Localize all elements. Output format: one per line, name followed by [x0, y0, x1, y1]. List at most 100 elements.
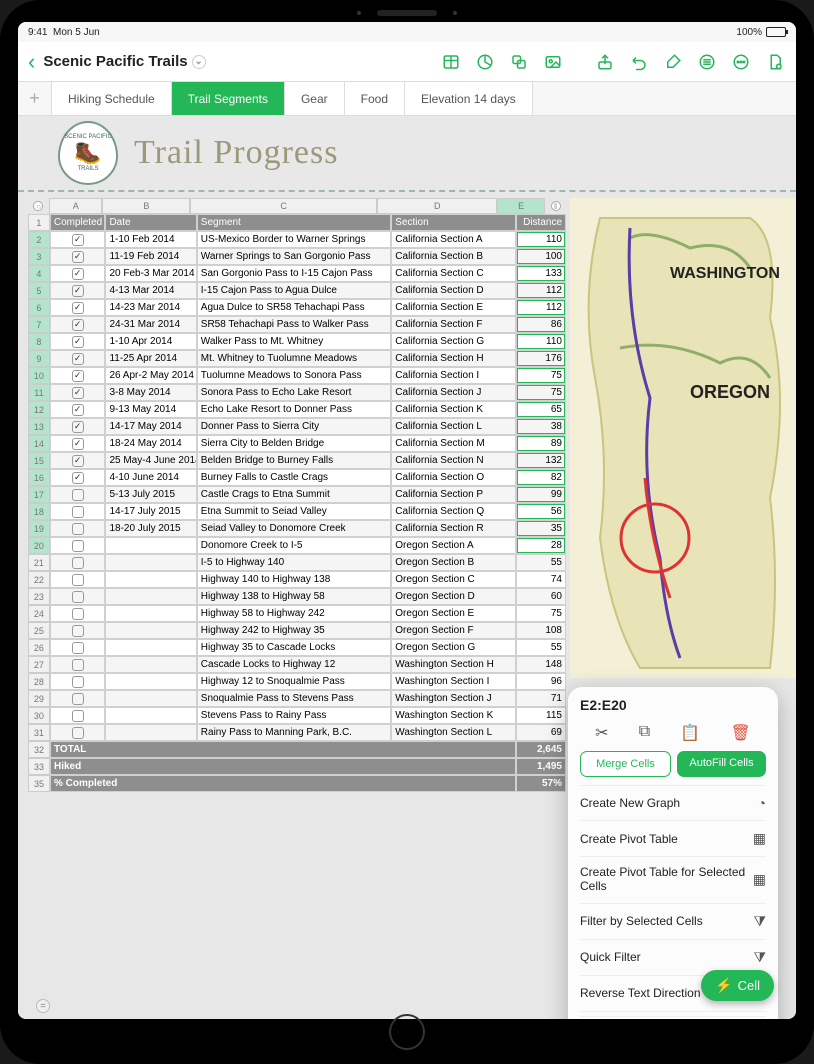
cell-completed[interactable] [50, 520, 106, 537]
cell-section[interactable]: California Section I [391, 367, 516, 384]
cell-section[interactable]: Washington Section J [391, 690, 516, 707]
cell-section[interactable]: California Section B [391, 248, 516, 265]
summary-value[interactable]: 2,645 [516, 741, 566, 758]
row-header[interactable]: 21 [28, 554, 50, 571]
merge-cells-button[interactable]: Merge Cells [580, 751, 671, 777]
cell-completed[interactable] [50, 588, 106, 605]
insert-chart-icon[interactable] [470, 47, 500, 77]
cell-segment[interactable]: Rainy Pass to Manning Park, B.C. [197, 724, 392, 741]
copy-icon[interactable]: ⧉ [639, 723, 650, 743]
cell-section[interactable]: California Section G [391, 333, 516, 350]
checkbox-icon[interactable] [72, 489, 84, 501]
table-corner[interactable]: ○ [28, 198, 49, 214]
cell-distance[interactable]: 148 [516, 656, 566, 673]
cell-date[interactable]: 5-13 July 2015 [105, 486, 196, 503]
cell-distance[interactable]: 89 [516, 435, 566, 452]
cell-completed[interactable]: ✓ [50, 231, 106, 248]
row-header[interactable]: 14 [28, 435, 50, 452]
cell-segment[interactable]: Snoqualmie Pass to Stevens Pass [197, 690, 392, 707]
row-header[interactable]: 15 [28, 452, 50, 469]
cell-date[interactable]: 1-10 Apr 2014 [105, 333, 196, 350]
checkbox-icon[interactable]: ✓ [72, 438, 84, 450]
row-header[interactable]: 35 [28, 775, 50, 792]
cell-date[interactable] [105, 690, 196, 707]
cell-date[interactable] [105, 554, 196, 571]
checkbox-icon[interactable]: ✓ [72, 302, 84, 314]
cell-completed[interactable]: ✓ [50, 469, 106, 486]
cell-distance[interactable]: 71 [516, 690, 566, 707]
cell-completed[interactable] [50, 656, 106, 673]
document-title[interactable]: Scenic Pacific Trails ⌄ [43, 53, 205, 70]
tab-hiking-schedule[interactable]: Hiking Schedule [52, 82, 172, 115]
cell-completed[interactable]: ✓ [50, 452, 106, 469]
cell-section[interactable]: California Section J [391, 384, 516, 401]
format-brush-icon[interactable] [658, 47, 688, 77]
cell-distance[interactable]: 86 [516, 316, 566, 333]
spreadsheet[interactable]: ○ A B C D E ‖ 1 Completed Date Segment S… [28, 198, 566, 1011]
cell-section[interactable]: California Section Q [391, 503, 516, 520]
cell-distance[interactable]: 110 [516, 333, 566, 350]
cell-segment[interactable]: I-5 to Highway 140 [197, 554, 392, 571]
checkbox-icon[interactable]: ✓ [72, 251, 84, 263]
row-header[interactable]: 5 [28, 282, 50, 299]
add-sheet-button[interactable]: + [18, 82, 52, 115]
cell-completed[interactable] [50, 639, 106, 656]
cell-segment[interactable]: Highway 242 to Highway 35 [197, 622, 392, 639]
row-header[interactable]: 8 [28, 333, 50, 350]
cell-completed[interactable]: ✓ [50, 435, 106, 452]
cell-date[interactable]: 26 Apr-2 May 2014 [105, 367, 196, 384]
cell-distance[interactable]: 56 [516, 503, 566, 520]
cell-distance[interactable]: 115 [516, 707, 566, 724]
row-header[interactable]: 29 [28, 690, 50, 707]
col-header-d[interactable]: D [377, 198, 497, 214]
cell-fab-button[interactable]: ⚡ Cell [701, 970, 774, 1001]
checkbox-icon[interactable]: ✓ [72, 421, 84, 433]
cell-completed[interactable]: ✓ [50, 401, 106, 418]
new-sheet-icon[interactable] [760, 47, 790, 77]
cell-section[interactable]: California Section L [391, 418, 516, 435]
row-header[interactable]: 28 [28, 673, 50, 690]
row-header[interactable]: 25 [28, 622, 50, 639]
summary-value[interactable]: 57% [516, 775, 566, 792]
filter-selected-cells[interactable]: Filter by Selected Cells⧩ [580, 904, 766, 940]
insert-table-icon[interactable] [436, 47, 466, 77]
cell-section[interactable]: California Section F [391, 316, 516, 333]
cell-date[interactable]: 14-17 May 2014 [105, 418, 196, 435]
cell-completed[interactable] [50, 673, 106, 690]
checkbox-icon[interactable]: ✓ [72, 455, 84, 467]
checkbox-icon[interactable] [72, 591, 84, 603]
cell-segment[interactable]: Tuolumne Meadows to Sonora Pass [197, 367, 392, 384]
row-header[interactable]: 30 [28, 707, 50, 724]
summary-label[interactable]: TOTAL [50, 741, 516, 758]
row-header[interactable]: 26 [28, 639, 50, 656]
cell-segment[interactable]: San Gorgonio Pass to I-15 Cajon Pass [197, 265, 392, 282]
row-header[interactable]: 20 [28, 537, 50, 554]
cell-segment[interactable]: Warner Springs to San Gorgonio Pass [197, 248, 392, 265]
cell-completed[interactable]: ✓ [50, 418, 106, 435]
checkbox-icon[interactable] [72, 523, 84, 535]
checkbox-icon[interactable]: ✓ [72, 404, 84, 416]
row-header[interactable]: 22 [28, 571, 50, 588]
cell-section[interactable]: Washington Section I [391, 673, 516, 690]
cell-completed[interactable]: ✓ [50, 350, 106, 367]
head-date[interactable]: Date [105, 214, 196, 231]
row-header[interactable]: 17 [28, 486, 50, 503]
cell-section[interactable]: California Section A [391, 231, 516, 248]
row-header[interactable]: 3 [28, 248, 50, 265]
cell-completed[interactable]: ✓ [50, 282, 106, 299]
cell-distance[interactable]: 112 [516, 282, 566, 299]
cell-section[interactable]: California Section R [391, 520, 516, 537]
back-button[interactable]: ‹ [24, 49, 39, 75]
cell-segment[interactable]: I-15 Cajon Pass to Agua Dulce [197, 282, 392, 299]
row-header[interactable]: 23 [28, 588, 50, 605]
row-header-1[interactable]: 1 [28, 214, 50, 231]
row-header[interactable]: 7 [28, 316, 50, 333]
cell-segment[interactable]: Belden Bridge to Burney Falls [197, 452, 392, 469]
checkbox-icon[interactable] [72, 659, 84, 671]
cell-section[interactable]: Oregon Section C [391, 571, 516, 588]
cell-distance[interactable]: 65 [516, 401, 566, 418]
col-header-b[interactable]: B [102, 198, 190, 214]
checkbox-icon[interactable]: ✓ [72, 472, 84, 484]
row-header[interactable]: 11 [28, 384, 50, 401]
cell-distance[interactable]: 35 [516, 520, 566, 537]
